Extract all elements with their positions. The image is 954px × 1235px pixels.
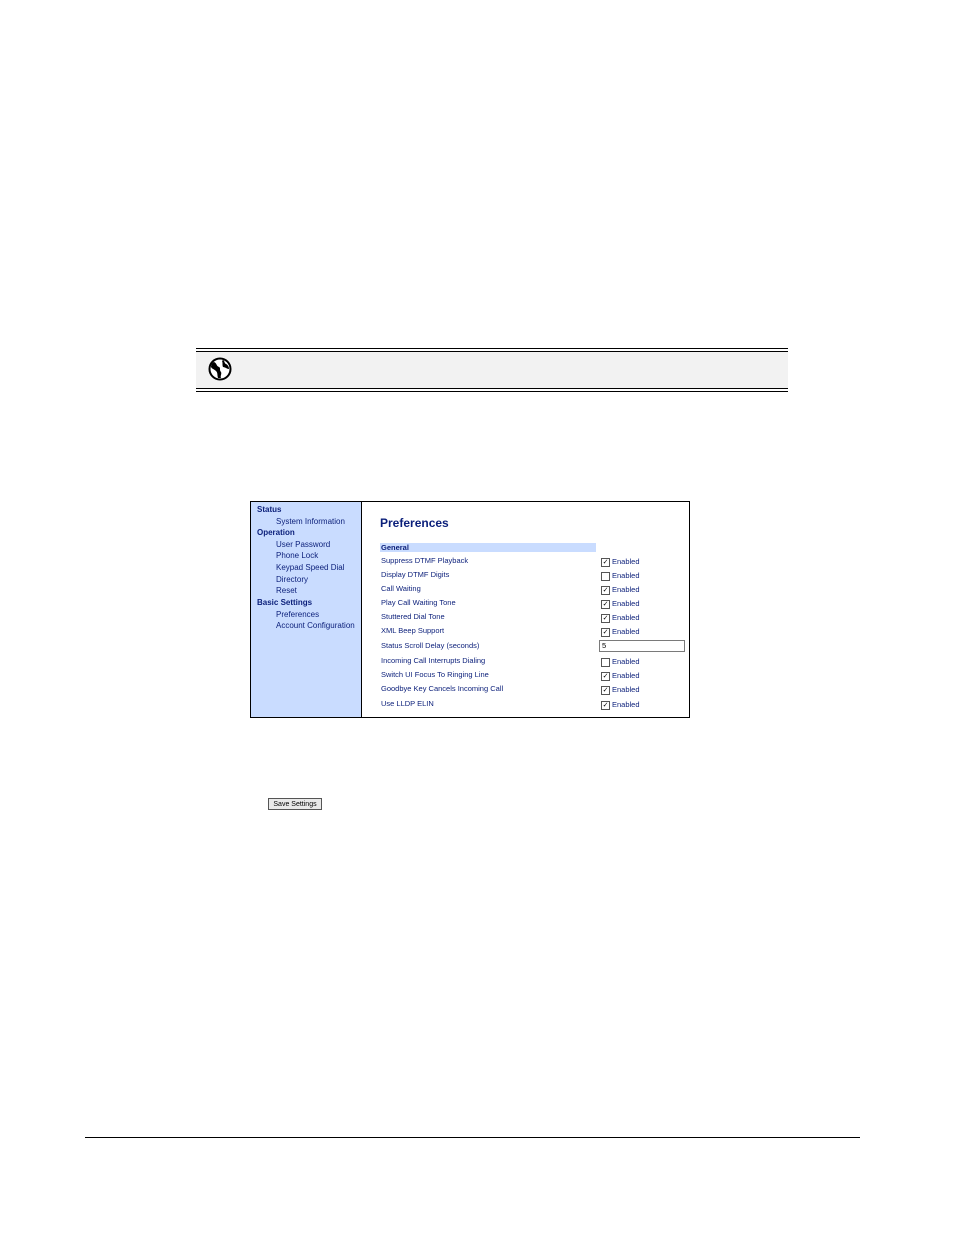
setting-label-incoming-call-interrupts-dialing: Incoming Call Interrupts Dialing	[381, 656, 486, 665]
checkbox-suppress-dtmf-playback[interactable]: ✓	[601, 558, 610, 567]
sidebar-item-system-information[interactable]: System Information	[276, 517, 345, 527]
setting-label-display-dtmf-digits: Display DTMF Digits	[381, 570, 450, 579]
checkbox-label-goodbye-key-cancels-incoming-call: Enabled	[612, 685, 640, 694]
checkbox-use-lldp-elin[interactable]: ✓	[601, 701, 610, 710]
setting-label-play-call-waiting-tone: Play Call Waiting Tone	[381, 598, 456, 607]
globe-icon	[208, 357, 232, 381]
page-title: Preferences	[380, 516, 449, 530]
setting-label-stuttered-dial-tone: Stuttered Dial Tone	[381, 612, 445, 621]
sidebar-header-status[interactable]: Status	[257, 505, 281, 515]
checkbox-label-suppress-dtmf-playback: Enabled	[612, 557, 640, 566]
sidebar-header-operation[interactable]: Operation	[257, 528, 295, 538]
web-ui-screenshot: Status System Information Operation User…	[250, 501, 690, 718]
setting-label-status-scroll-delay-seconds: Status Scroll Delay (seconds)	[381, 641, 480, 650]
setting-label-use-lldp-elin: Use LLDP ELIN	[381, 699, 434, 708]
note-banner	[196, 351, 788, 389]
checkbox-switch-ui-focus-to-ringing-line[interactable]: ✓	[601, 672, 610, 681]
checkbox-label-incoming-call-interrupts-dialing: Enabled	[612, 657, 640, 666]
note-top-rule	[196, 348, 788, 349]
checkbox-label-stuttered-dial-tone: Enabled	[612, 613, 640, 622]
checkbox-xml-beep-support[interactable]: ✓	[601, 628, 610, 637]
sidebar-item-keypad-speed-dial[interactable]: Keypad Speed Dial	[276, 563, 345, 573]
sidebar-item-directory[interactable]: Directory	[276, 575, 308, 585]
sidebar-item-preferences[interactable]: Preferences	[276, 610, 319, 620]
sidebar-item-phone-lock[interactable]: Phone Lock	[276, 551, 318, 561]
checkbox-label-play-call-waiting-tone: Enabled	[612, 599, 640, 608]
checkbox-goodbye-key-cancels-incoming-call[interactable]: ✓	[601, 686, 610, 695]
setting-label-switch-ui-focus-to-ringing-line: Switch UI Focus To Ringing Line	[381, 670, 489, 679]
setting-label-call-waiting: Call Waiting	[381, 584, 421, 593]
checkbox-call-waiting[interactable]: ✓	[601, 586, 610, 595]
preferences-panel: Preferences General Suppress DTMF Playba…	[362, 502, 689, 717]
note-bottom-rule	[196, 391, 788, 392]
sidebar-item-user-password[interactable]: User Password	[276, 540, 330, 550]
setting-label-suppress-dtmf-playback: Suppress DTMF Playback	[381, 556, 469, 565]
checkbox-label-xml-beep-support: Enabled	[612, 627, 640, 636]
checkbox-display-dtmf-digits[interactable]	[601, 572, 610, 581]
checkbox-incoming-call-interrupts-dialing[interactable]	[601, 658, 610, 667]
setting-label-goodbye-key-cancels-incoming-call: Goodbye Key Cancels Incoming Call	[381, 684, 504, 693]
save-settings-button[interactable]: Save Settings	[268, 798, 322, 810]
section-header-bar: General	[380, 543, 596, 552]
checkbox-label-use-lldp-elin: Enabled	[612, 700, 640, 709]
sidebar-nav: Status System Information Operation User…	[251, 502, 362, 717]
status-scroll-delay-input[interactable]: 5	[599, 640, 685, 652]
footer-rule	[85, 1137, 860, 1138]
checkbox-label-display-dtmf-digits: Enabled	[612, 571, 640, 580]
checkbox-stuttered-dial-tone[interactable]: ✓	[601, 614, 610, 623]
checkbox-play-call-waiting-tone[interactable]: ✓	[601, 600, 610, 609]
checkbox-label-call-waiting: Enabled	[612, 585, 640, 594]
sidebar-item-account-configuration[interactable]: Account Configuration	[276, 621, 355, 631]
section-header-general: General	[381, 543, 409, 552]
sidebar-header-basic-settings[interactable]: Basic Settings	[257, 598, 312, 608]
checkbox-label-switch-ui-focus-to-ringing-line: Enabled	[612, 671, 640, 680]
sidebar-item-reset[interactable]: Reset	[276, 586, 297, 596]
setting-label-xml-beep-support: XML Beep Support	[381, 626, 445, 635]
